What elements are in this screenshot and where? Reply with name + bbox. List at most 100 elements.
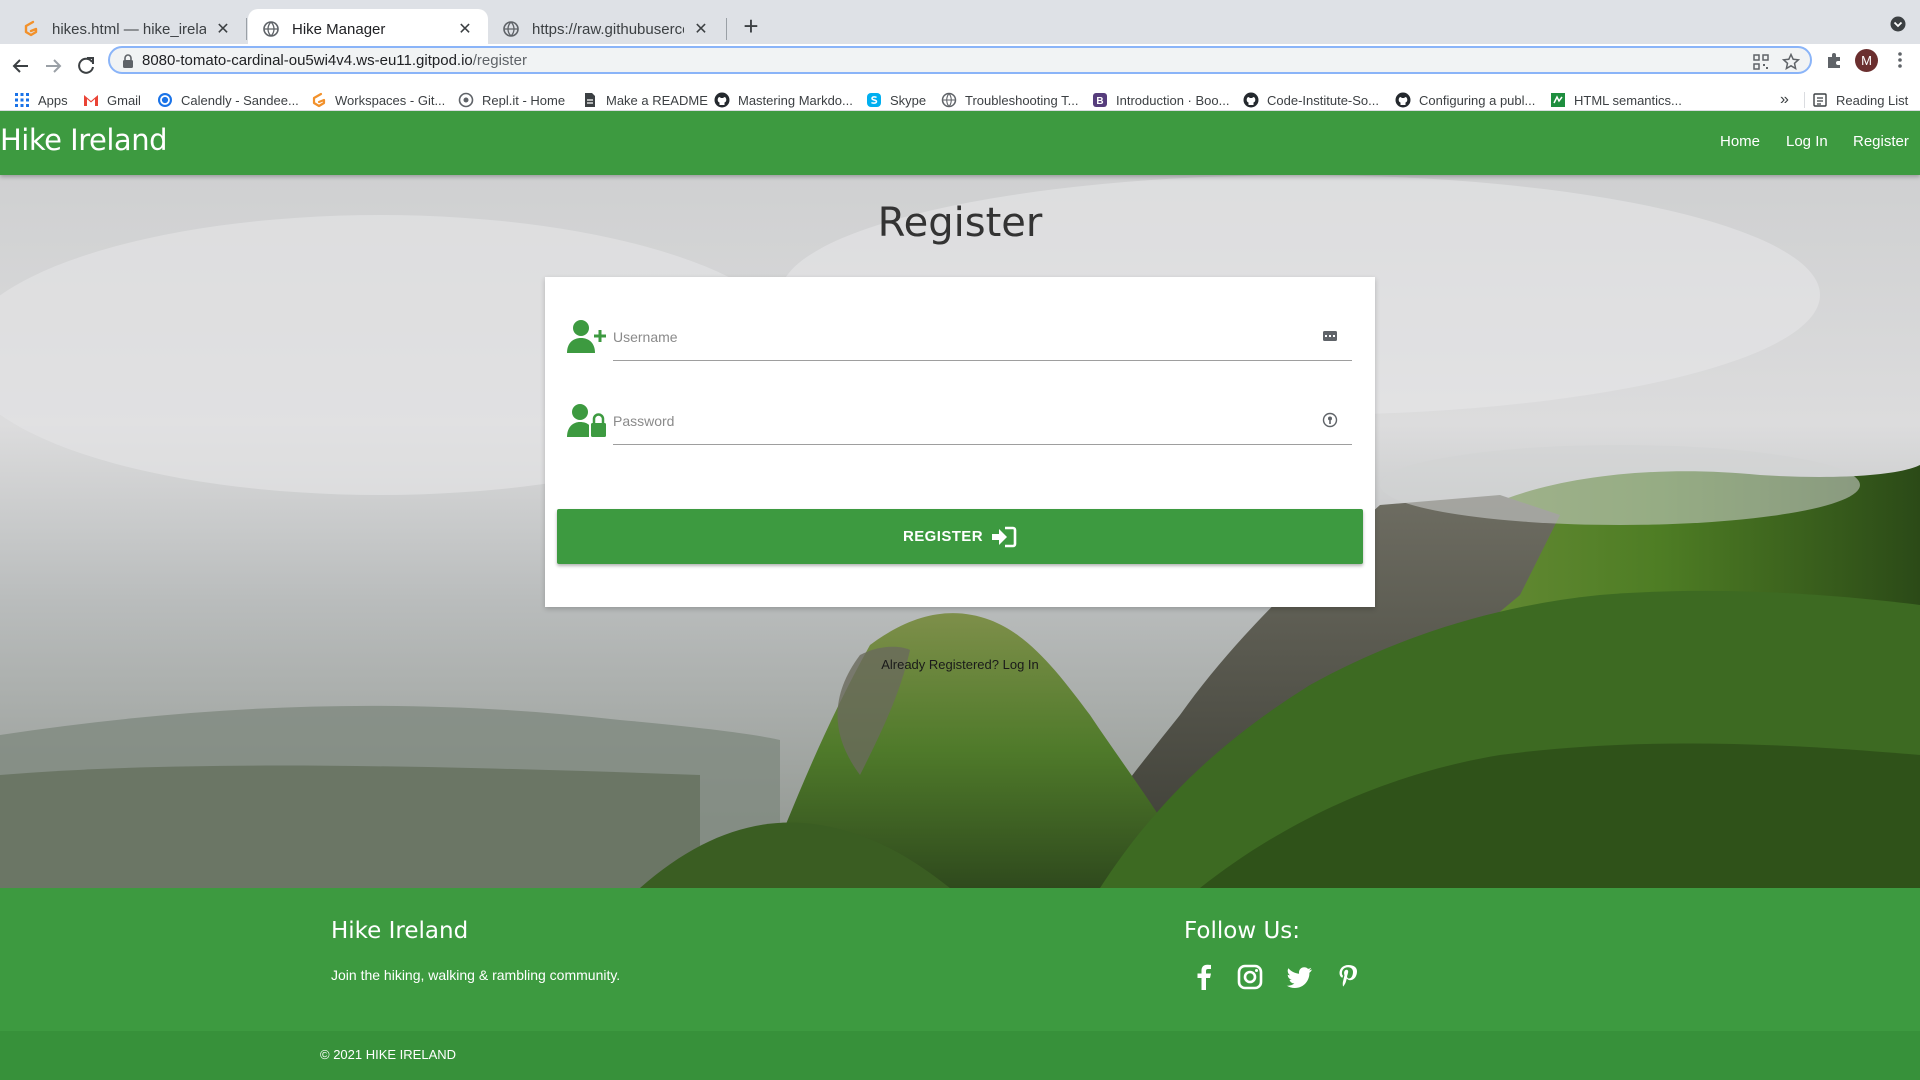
facebook-icon[interactable] xyxy=(1190,963,1218,991)
twitter-icon[interactable] xyxy=(1286,963,1314,991)
register-button-label: REGISTER xyxy=(903,528,983,545)
bookmark-replit[interactable]: Repl.it - Home xyxy=(458,89,565,111)
copyright-text: © 2021 HIKE IRELAND xyxy=(320,1047,457,1062)
tab-title: https://raw.githubusercontent.c xyxy=(532,20,684,38)
globe-icon xyxy=(263,21,279,37)
skype-icon xyxy=(867,93,881,107)
username-field[interactable]: Username xyxy=(613,311,1352,361)
already-registered-text: Already Registered? Log In xyxy=(0,657,1920,672)
profile-avatar[interactable]: M xyxy=(1855,49,1878,72)
already-registered-label: Already Registered? xyxy=(881,657,999,672)
password-key-icon[interactable] xyxy=(1322,412,1338,428)
bookmark-label: Troubleshooting T... xyxy=(965,92,1079,108)
url-path: /register xyxy=(472,52,527,69)
gitpod-icon xyxy=(24,20,38,37)
apps-grid-icon xyxy=(15,93,29,107)
bootstrap-icon: B xyxy=(1093,93,1107,107)
bookmark-label: HTML semantics... xyxy=(1574,92,1682,108)
bookmark-code-institute[interactable]: Code-Institute-So... xyxy=(1243,89,1379,111)
instagram-icon[interactable] xyxy=(1236,963,1264,991)
footer-title: Hike Ireland xyxy=(331,918,469,944)
bookmark-label: Repl.it - Home xyxy=(482,92,566,108)
reading-list-label: Reading List xyxy=(1836,92,1909,108)
bookmark-label: Mastering Markdo... xyxy=(738,92,853,108)
gitpod-icon xyxy=(312,92,326,108)
bookmark-html-semantics[interactable]: HTML semantics... xyxy=(1550,89,1682,111)
url-host: 8080-tomato-cardinal-ou5wi4v4.ws-eu11.gi… xyxy=(142,52,473,69)
site-footer xyxy=(0,888,1920,1031)
bookmark-label: Code-Institute-So... xyxy=(1267,92,1379,108)
register-submit-button[interactable]: REGISTER xyxy=(557,509,1363,564)
bookmark-label: Make a README xyxy=(606,92,708,108)
back-arrow-icon[interactable] xyxy=(8,53,34,79)
bookmark-troubleshooting[interactable]: Troubleshooting T... xyxy=(941,89,1078,111)
address-bar[interactable]: 8080-tomato-cardinal-ou5wi4v4.ws-eu11.gi… xyxy=(108,46,1812,74)
bookmark-bootstrap[interactable]: B Introduction · Boo... xyxy=(1092,89,1229,111)
url-text[interactable]: 8080-tomato-cardinal-ou5wi4v4.ws-eu11.gi… xyxy=(142,52,527,69)
bookmark-readme[interactable]: Make a README xyxy=(582,89,708,111)
tab-title: hikes.html — hike_ireland — Gi xyxy=(52,20,206,38)
bookmark-configuring[interactable]: Configuring a publ... xyxy=(1395,89,1535,111)
footer-tagline: Join the hiking, walking & rambling comm… xyxy=(331,967,621,983)
nav-home-link[interactable]: Home xyxy=(1720,133,1760,150)
bookmark-markdown[interactable]: Mastering Markdo... xyxy=(714,89,853,111)
bookmarks-divider xyxy=(1804,92,1805,108)
tab-divider xyxy=(246,18,247,40)
bookmark-workspaces[interactable]: Workspaces - Git... xyxy=(311,89,445,111)
new-tab-button[interactable]: + xyxy=(736,12,766,42)
tab-title: Hike Manager xyxy=(292,20,386,38)
page-title: Register xyxy=(877,200,1043,246)
tab-hikes-html[interactable]: hikes.html — hike_ireland — Gi ✕ xyxy=(8,9,246,49)
extensions-puzzle-icon[interactable] xyxy=(1824,50,1844,70)
browser-tabstrip: hikes.html — hike_ireland — Gi ✕ Hike Ma… xyxy=(0,0,1920,49)
html-icon xyxy=(1551,93,1565,107)
close-icon[interactable]: ✕ xyxy=(214,19,232,39)
site-brand-logo[interactable]: Hike Ireland xyxy=(0,123,167,157)
bookmark-label: Skype xyxy=(890,92,927,108)
sign-in-arrow-icon xyxy=(991,526,1017,547)
svg-text:B: B xyxy=(1096,96,1103,107)
nav-register-link[interactable]: Register xyxy=(1853,133,1909,150)
page-viewport: Hike Ireland Home Log In Register Regist… xyxy=(0,111,1920,1080)
calendly-icon xyxy=(158,93,172,107)
more-bookmarks-button[interactable]: » xyxy=(1780,89,1789,111)
follow-us-heading: Follow Us: xyxy=(1184,918,1301,944)
password-placeholder: Password xyxy=(613,413,675,429)
reading-list-button[interactable]: Reading List xyxy=(1812,89,1908,111)
tab-hike-manager[interactable]: Hike Manager ✕ xyxy=(248,9,488,49)
user-plus-icon xyxy=(567,320,606,353)
bookmark-skype[interactable]: Skype xyxy=(866,89,926,111)
pinterest-icon[interactable] xyxy=(1336,963,1364,991)
reading-list-icon xyxy=(1813,93,1827,107)
bookmark-apps[interactable]: Apps xyxy=(14,89,68,111)
tab-raw-github[interactable]: https://raw.githubusercontent.c ✕ xyxy=(488,9,724,49)
github-icon xyxy=(1243,92,1259,108)
nav-login-link[interactable]: Log In xyxy=(1786,133,1828,150)
close-icon[interactable]: ✕ xyxy=(692,19,710,39)
login-link[interactable]: Log In xyxy=(1003,657,1039,672)
password-field[interactable]: Password xyxy=(613,395,1352,445)
globe-icon xyxy=(941,92,957,108)
qr-code-icon[interactable] xyxy=(1752,53,1770,71)
kebab-menu-icon[interactable] xyxy=(1890,50,1910,70)
github-icon xyxy=(714,92,730,108)
tab-divider xyxy=(726,18,727,40)
bookmark-star-icon[interactable] xyxy=(1782,53,1800,71)
bookmark-label: Gmail xyxy=(107,92,141,108)
bookmark-label: Apps xyxy=(38,92,68,108)
bookmark-gmail[interactable]: Gmail xyxy=(83,89,141,111)
username-placeholder: Username xyxy=(613,329,678,345)
github-icon xyxy=(1395,92,1411,108)
close-icon[interactable]: ✕ xyxy=(456,19,474,39)
footer-copyright-bar xyxy=(0,1031,1920,1080)
bookmark-calendly[interactable]: Calendly - Sandee... xyxy=(157,89,299,111)
autofill-key-icon[interactable] xyxy=(1322,328,1338,344)
register-form-card: Username Password REGISTER xyxy=(545,277,1375,607)
forward-arrow-icon[interactable] xyxy=(40,53,66,79)
lock-icon[interactable] xyxy=(122,54,134,68)
reload-icon[interactable] xyxy=(73,53,99,79)
tab-search-icon[interactable] xyxy=(1890,16,1906,32)
bookmark-label: Workspaces - Git... xyxy=(335,92,446,108)
replit-icon xyxy=(458,92,474,108)
document-icon xyxy=(585,93,595,107)
